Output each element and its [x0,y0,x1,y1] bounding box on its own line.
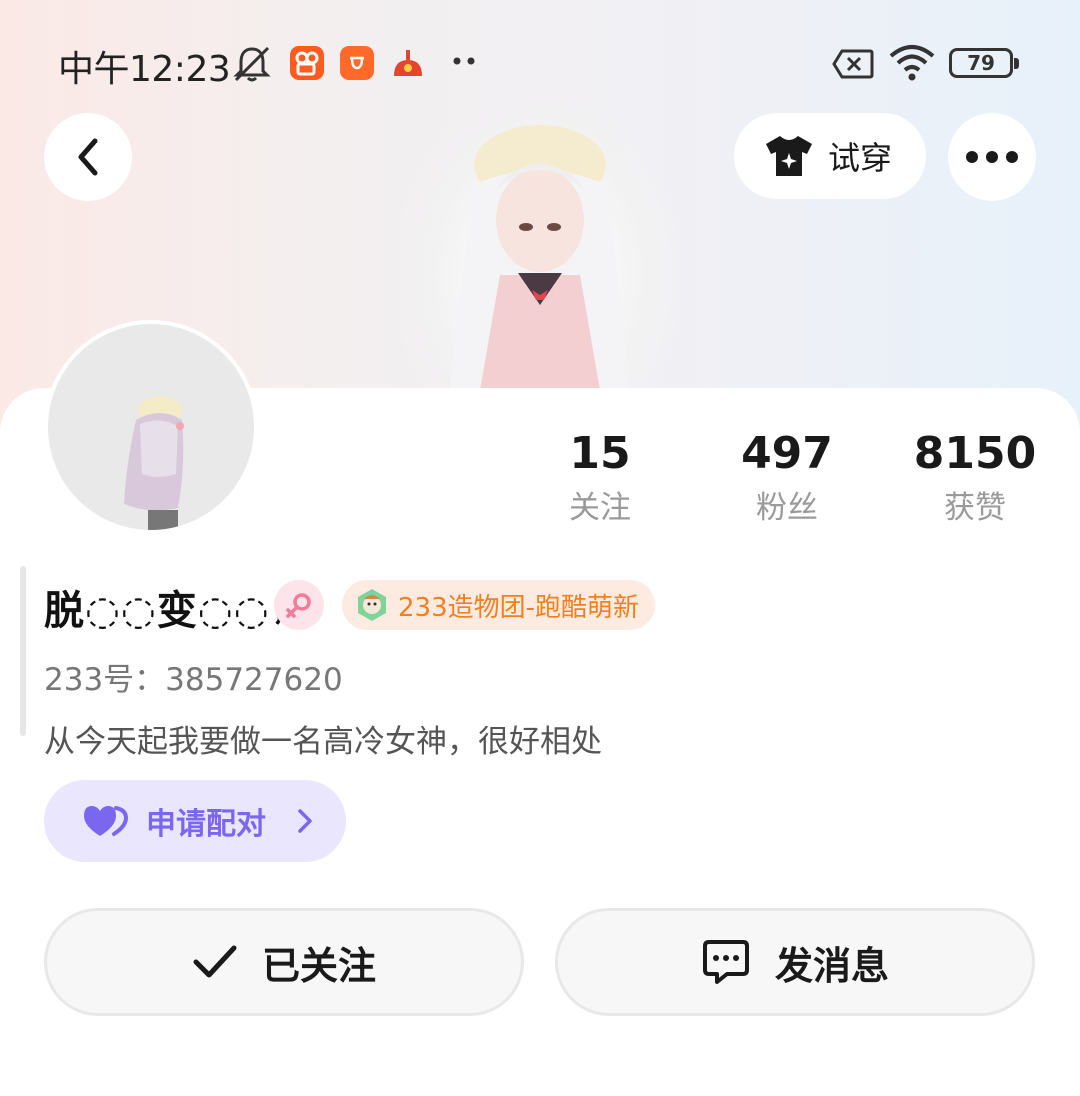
avatar[interactable] [44,320,258,534]
apply-pair-label: 申请配对 [146,807,266,842]
stat-fans-label: 粉丝 [756,490,818,526]
send-message-button[interactable]: 发消息 [555,908,1035,1016]
group-tag-label: 233造物团-跑酷萌新 [398,592,640,623]
stat-likes-value: 8150 [913,428,1037,479]
group-tag[interactable]: 233造物团-跑酷萌新 [342,580,656,630]
more-button[interactable] [948,113,1036,201]
user-bio: 从今天起我要做一名高冷女神，很好相处 [44,724,602,760]
try-on-button[interactable]: 试穿 [734,113,926,199]
stat-following-value: 15 [569,428,631,479]
female-symbol-icon [286,593,311,618]
stat-fans[interactable]: 497 粉丝 [707,428,867,527]
group-hexagon-icon [358,589,386,621]
sim-x-icon [832,49,874,79]
battery-icon: 79 [949,48,1019,78]
avatar-image [48,324,254,530]
stat-fans-value: 497 [741,428,833,479]
xiaomi-store-icon [340,46,374,80]
followed-button[interactable]: 已关注 [44,908,524,1016]
more-horizontal-icon [966,151,1018,163]
gender-female-badge [274,580,324,630]
checkmark-icon [193,945,237,978]
status-bar: 中午12:23 79 [0,38,1080,90]
profile-screen: 中午12:23 79 试穿 15 关注 497 粉丝 8150 获赞 脱◌◌变◌… [0,0,1080,1096]
avatar-3d-figure[interactable] [400,95,680,395]
heart-pair-icon [84,806,128,836]
chevron-right-icon [298,809,312,833]
stat-likes-label: 获赞 [944,490,1006,526]
chevron-left-icon [78,138,98,176]
back-button[interactable] [44,113,132,201]
stat-likes[interactable]: 8150 获赞 [895,428,1055,527]
tshirt-icon [766,136,812,176]
user-id[interactable]: 233号：385727620 [44,654,343,699]
chat-bubble-icon [702,940,749,984]
username: 脱◌◌变◌◌⸙ [44,587,301,634]
game-app-icon [390,46,424,80]
status-time: 中午12:23 [58,49,231,90]
send-message-label: 发消息 [774,943,889,988]
kuaishou-app-icon [290,46,324,80]
more-dots-icon [453,57,475,65]
stat-following-label: 关注 [569,490,631,526]
try-on-label: 试穿 [828,139,893,177]
followed-label: 已关注 [261,943,376,988]
apply-pair-button[interactable]: 申请配对 [44,780,346,862]
scroll-indicator [20,566,26,736]
stat-following[interactable]: 15 关注 [520,428,680,527]
wifi-icon [889,45,935,81]
mute-bell-icon [233,46,271,82]
